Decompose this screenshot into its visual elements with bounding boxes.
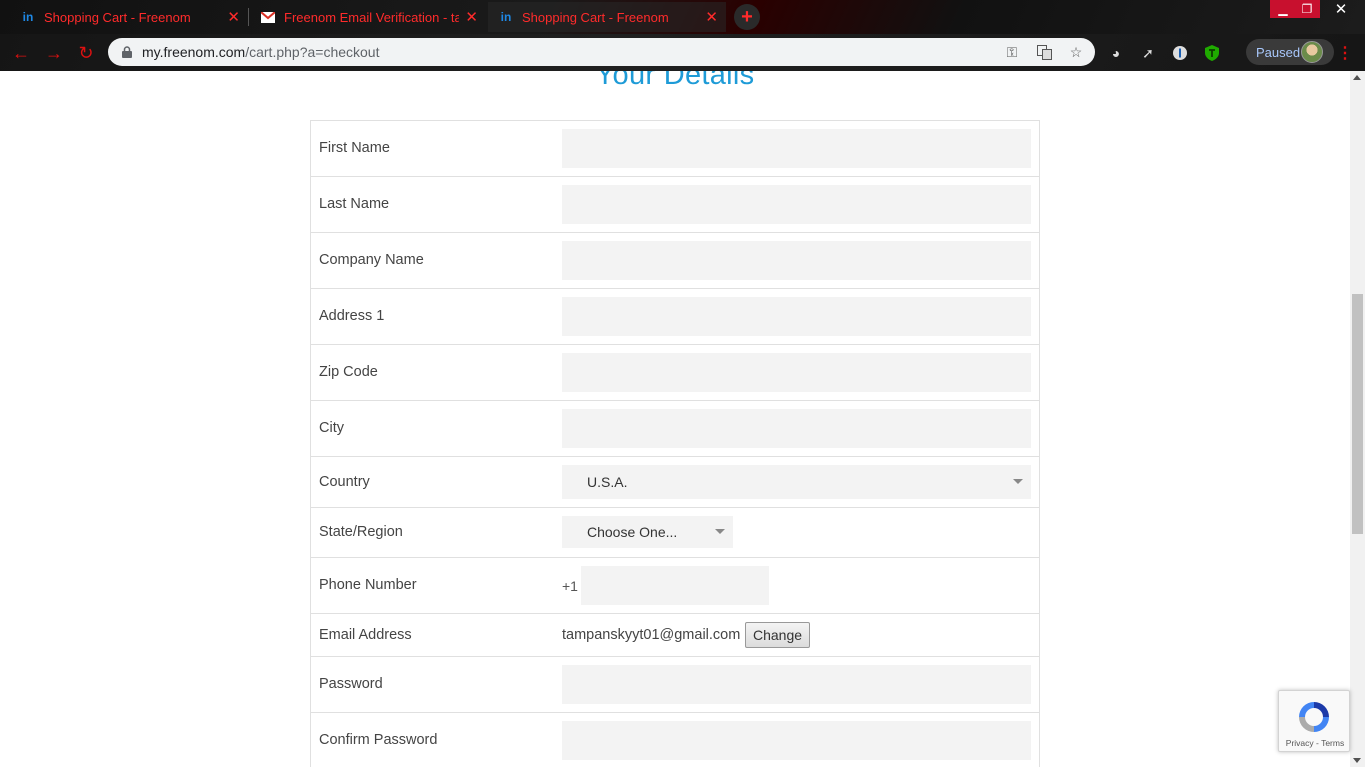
zip-code-label: Zip Code xyxy=(319,364,378,380)
last-name-input[interactable] xyxy=(562,185,1031,224)
page-scrollbar[interactable] xyxy=(1350,71,1365,767)
more-menu-icon[interactable]: ⋮ xyxy=(1337,43,1353,63)
tab-title: Freenom Email Verification - tam xyxy=(284,9,459,25)
address1-row: Address 1 xyxy=(311,289,1039,345)
phone-row: Phone Number +1 xyxy=(311,558,1039,614)
star-icon[interactable]: ☆ xyxy=(1068,44,1084,60)
state-row: State/Region Choose One... xyxy=(311,508,1039,558)
translate-icon[interactable] xyxy=(1036,44,1052,60)
url-path: /cart.php?a=checkout xyxy=(245,44,380,60)
page-content: Your Details First Name Last Name Compan… xyxy=(0,71,1350,767)
window-close-icon[interactable]: ✕ xyxy=(1320,0,1362,18)
password-input[interactable] xyxy=(562,665,1031,704)
tab-shopping-cart-2[interactable]: in Shopping Cart - Freenom ✕ xyxy=(488,2,726,32)
extension-arrow-icon[interactable]: ➚ xyxy=(1139,44,1157,62)
close-icon[interactable]: ✕ xyxy=(705,8,718,26)
back-icon[interactable]: ← xyxy=(10,42,32,64)
password-label: Password xyxy=(319,676,383,692)
confirm-password-input[interactable] xyxy=(562,721,1031,760)
profile-status: Paused xyxy=(1256,44,1301,60)
zip-code-row: Zip Code xyxy=(311,345,1039,401)
company-name-label: Company Name xyxy=(319,252,424,268)
avatar[interactable] xyxy=(1301,41,1323,63)
first-name-label: First Name xyxy=(319,140,390,156)
recaptcha-privacy-terms[interactable]: Privacy - Terms xyxy=(1279,738,1351,748)
minimize-icon[interactable]: ▁ xyxy=(1270,0,1296,18)
zip-code-input[interactable] xyxy=(562,353,1031,392)
extension-chat-icon[interactable]: ◕ xyxy=(1107,44,1125,62)
scrollbar-thumb[interactable] xyxy=(1352,294,1363,534)
last-name-row: Last Name xyxy=(311,177,1039,233)
url-domain: my.freenom.com xyxy=(142,44,246,60)
close-icon[interactable]: ✕ xyxy=(227,8,240,26)
company-name-row: Company Name xyxy=(311,233,1039,289)
scroll-down-icon[interactable] xyxy=(1353,758,1361,763)
phone-input[interactable] xyxy=(581,566,769,605)
tab-bar: in Shopping Cart - Freenom ✕ Freenom Ema… xyxy=(0,0,1365,34)
tab-separator xyxy=(248,8,249,26)
lock-icon xyxy=(122,46,132,58)
change-email-button[interactable]: Change xyxy=(745,622,811,648)
city-input[interactable] xyxy=(562,409,1031,448)
tab-shopping-cart-1[interactable]: in Shopping Cart - Freenom ✕ xyxy=(10,2,248,32)
close-icon[interactable]: ✕ xyxy=(465,8,478,26)
state-select[interactable]: Choose One... xyxy=(562,516,733,548)
chevron-down-icon xyxy=(1013,479,1023,484)
city-label: City xyxy=(319,420,344,436)
tab-title: Shopping Cart - Freenom xyxy=(44,9,191,25)
gmail-icon xyxy=(260,9,276,25)
invision-icon: in xyxy=(22,10,34,24)
page-title: Your Details xyxy=(595,71,755,91)
last-name-label: Last Name xyxy=(319,196,390,212)
city-row: City xyxy=(311,401,1039,457)
phone-label: Phone Number xyxy=(319,577,417,593)
first-name-input[interactable] xyxy=(562,129,1031,168)
tab-email-verification[interactable]: Freenom Email Verification - tam ✕ xyxy=(250,2,486,32)
address-bar[interactable]: my.freenom.com/cart.php?a=checkout ⚿ ☆ xyxy=(108,38,1095,66)
confirm-password-row: Confirm Password xyxy=(311,713,1039,767)
first-name-row: First Name xyxy=(311,121,1039,177)
address1-label: Address 1 xyxy=(319,308,385,324)
confirm-password-label: Confirm Password xyxy=(319,732,438,748)
shield-icon[interactable] xyxy=(1203,44,1221,62)
url-text: my.freenom.com/cart.php?a=checkout xyxy=(142,44,379,60)
state-selected-value: Choose One... xyxy=(587,524,678,540)
browser-toolbar: ← → ↻ my.freenom.com/cart.php?a=checkout… xyxy=(0,34,1365,71)
chevron-down-icon xyxy=(715,529,725,534)
forward-icon[interactable]: → xyxy=(43,42,65,64)
invision-icon: in xyxy=(500,10,512,24)
state-label: State/Region xyxy=(319,524,403,540)
country-select[interactable]: U.S.A. xyxy=(562,465,1031,499)
recaptcha-badge[interactable]: Privacy - Terms xyxy=(1278,690,1350,752)
phone-country-code: +1 xyxy=(562,578,578,594)
reload-icon[interactable]: ↻ xyxy=(75,42,97,64)
email-label: Email Address xyxy=(319,627,412,643)
email-row: Email Address tampanskyyt01@gmail.com Ch… xyxy=(311,614,1039,657)
recaptcha-icon xyxy=(1299,702,1329,732)
company-name-input[interactable] xyxy=(562,241,1031,280)
country-selected-value: U.S.A. xyxy=(587,474,628,490)
tab-title: Shopping Cart - Freenom xyxy=(522,9,669,25)
country-row: Country U.S.A. xyxy=(311,457,1039,508)
restore-icon[interactable]: ❐ xyxy=(1294,0,1320,18)
country-label: Country xyxy=(319,474,370,490)
password-row: Password xyxy=(311,657,1039,713)
address1-input[interactable] xyxy=(562,297,1031,336)
extension-1password-icon[interactable] xyxy=(1171,44,1189,62)
new-tab-button[interactable]: + xyxy=(734,4,760,30)
details-form: First Name Last Name Company Name Addres… xyxy=(310,120,1040,767)
scroll-up-icon[interactable] xyxy=(1353,75,1361,80)
key-icon[interactable]: ⚿ xyxy=(1004,44,1020,60)
email-value: tampanskyyt01@gmail.com xyxy=(562,627,741,643)
